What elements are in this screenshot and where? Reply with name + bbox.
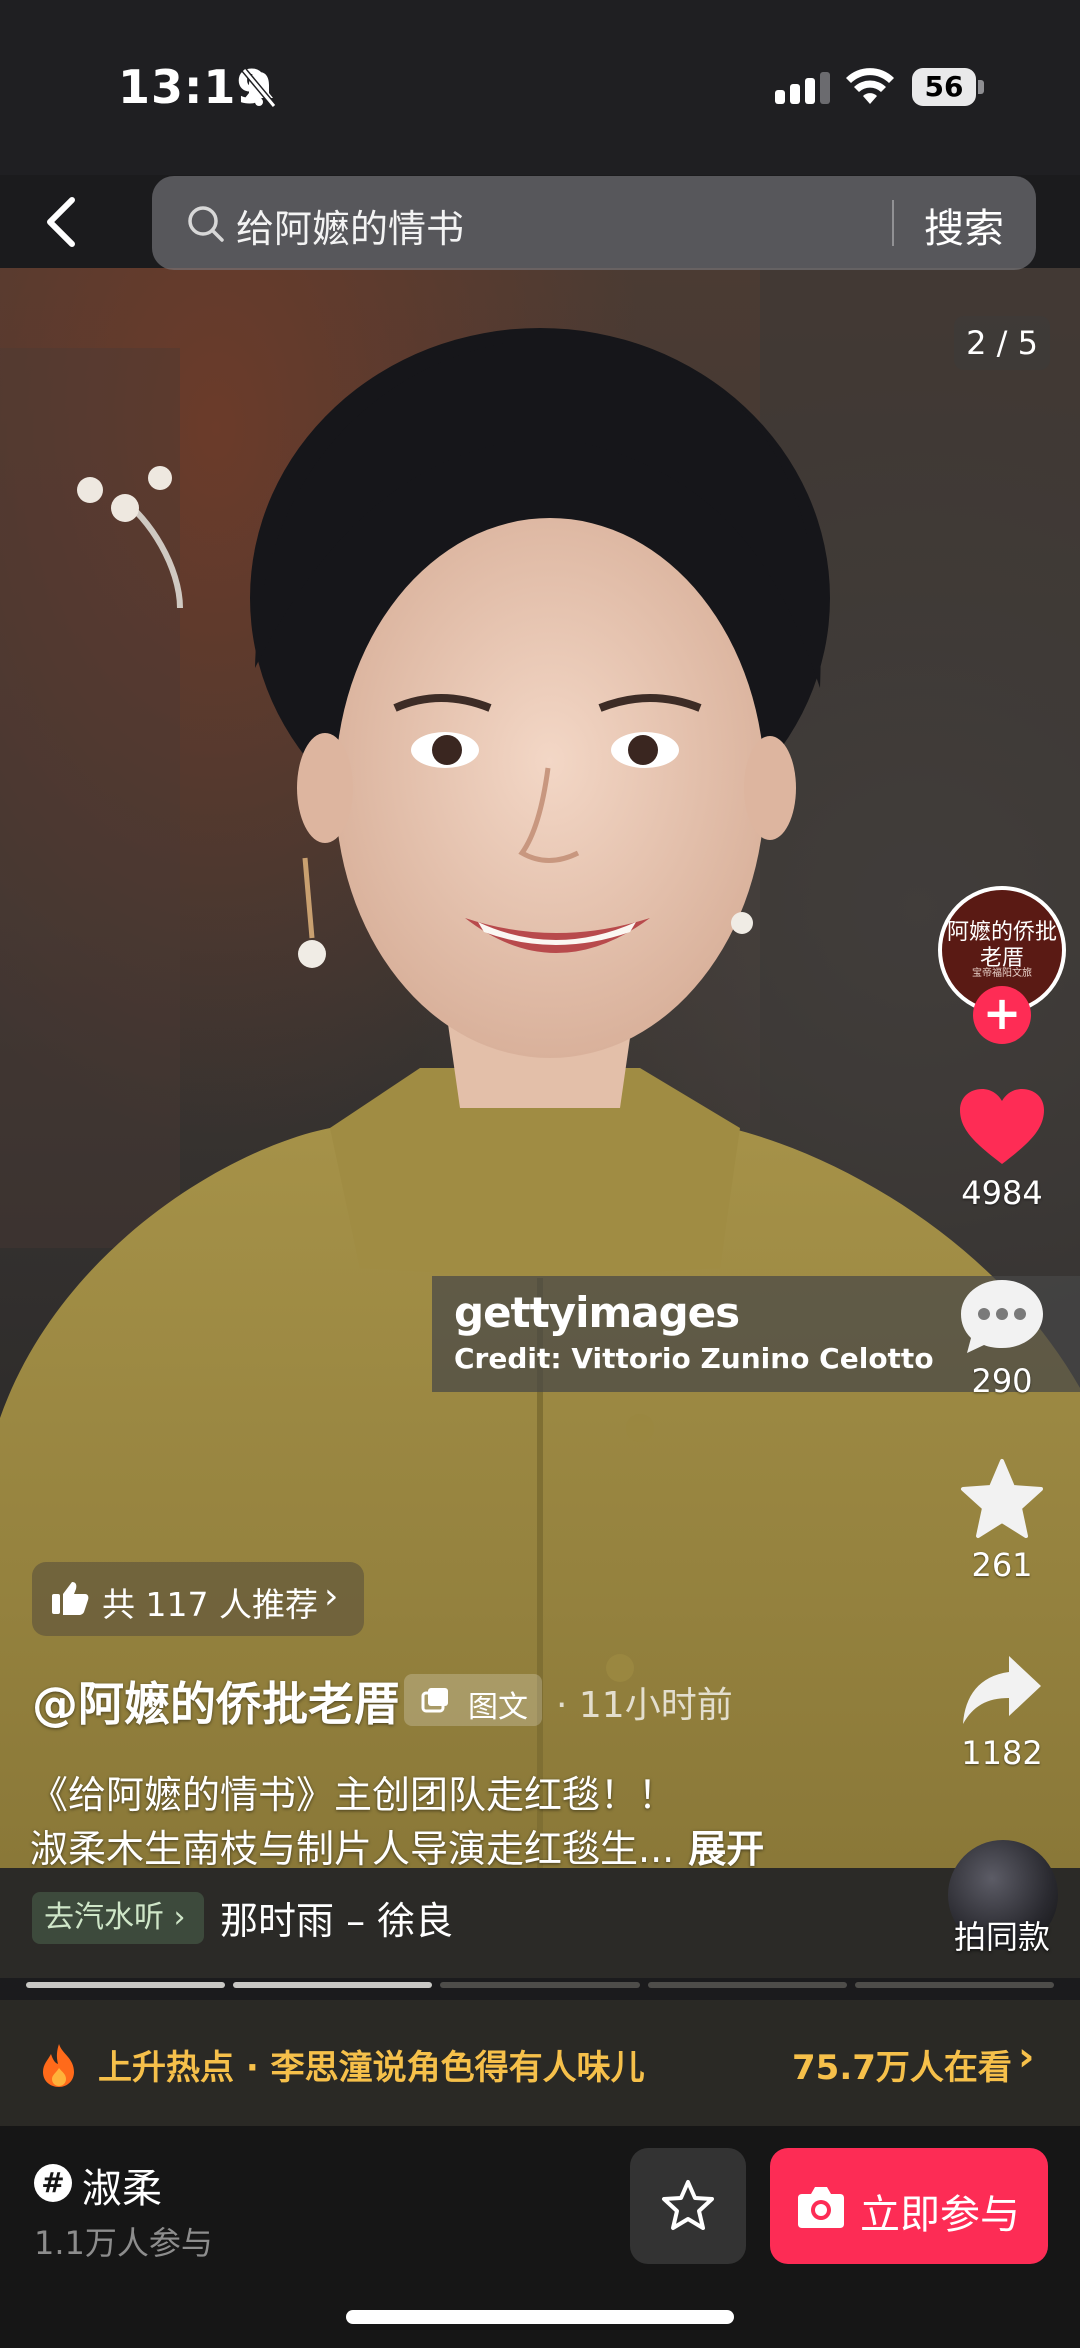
back-button[interactable] [38,192,88,252]
search-button[interactable]: 搜索 [924,196,1004,254]
recommend-text: 共 117 人推荐 [102,1585,318,1624]
search-input[interactable]: 给阿嬷的情书 [236,198,464,253]
join-button[interactable]: 立即参与 [770,2148,1048,2264]
share-count: 1182 [961,1734,1043,1772]
caption-line-1: 《给阿嬷的情书》主创团队走红毯！！ [30,1773,677,1817]
post-type-label: 图文 [468,1690,528,1725]
favorite-topic-button[interactable] [630,2148,746,2264]
wifi-icon [846,68,894,104]
like-button[interactable]: 4984 [944,1086,1060,1212]
battery-tip [978,80,984,94]
bell-muted-icon [241,68,277,108]
battery-level: 56 [912,68,976,106]
progress-segment [233,1982,433,1988]
progress-segment [440,1982,640,1988]
avatar-logo-subtext: 宝帝福阳文旅 [972,968,1032,979]
share-button[interactable]: 1182 [944,1652,1060,1772]
follow-button[interactable]: + [973,986,1031,1044]
hot-topic-viewers: 75.7万人在看 [792,2048,1012,2088]
music-title[interactable]: 那时雨 – 徐良 [220,1890,453,1945]
topic-bottom-bar: # 淑柔 1.1万人参与 立即参与 [0,2126,1080,2348]
open-in-music-app-button[interactable]: 去汽水听 › [32,1892,204,1944]
battery-indicator: 56 [912,68,984,106]
status-bar: 13:19 56 [0,0,1080,175]
join-label: 立即参与 [860,2192,1020,2238]
watermark-credit: Credit: Vittorio Zunino Celotto [454,1342,934,1375]
gallery-icon [421,1688,448,1713]
heart-icon [960,1089,1044,1164]
photo-progress [26,1982,1055,1990]
music-bar[interactable]: 去汽水听 › 那时雨 – 徐良 [0,1868,1080,1978]
topic-name[interactable]: 淑柔 [82,2156,162,2214]
progress-segment [26,1982,226,1988]
same-style-button[interactable]: 拍同款 [946,1840,1062,1956]
favorite-button[interactable]: 261 [944,1458,1060,1584]
expand-link[interactable]: 展开 [688,1827,764,1871]
flame-icon [43,2044,74,2087]
page-counter: 2 / 5 [954,316,1050,370]
comment-count: 290 [971,1362,1033,1400]
favorite-count: 261 [971,1546,1033,1584]
hot-topic-bar[interactable]: 上升热点 · 李思潼说角色得有人味儿 75.7万人在看 › [0,2000,1080,2126]
post-time: · 11小时前 [556,1685,733,1726]
progress-segment [854,1982,1055,1988]
same-style-label: 拍同款 [954,1918,1051,1956]
topic-participants: 1.1万人参与 [34,2224,213,2262]
hashtag-icon: # [34,2164,72,2202]
home-indicator[interactable] [346,2310,734,2324]
watermark-logo: gettyimages [454,1288,740,1337]
search-divider [892,200,894,246]
hot-topic-text: 上升热点 · 李思潼说角色得有人味儿 [98,2048,645,2088]
share-icon [963,1656,1041,1724]
search-icon [188,206,224,242]
comment-icon [961,1280,1043,1353]
like-count: 4984 [961,1174,1043,1212]
post-type-tag: 图文 [404,1674,542,1726]
author-name[interactable]: @阿嬷的侨批老厝 [32,1668,400,1734]
chevron-right-icon: › [1018,2034,1035,2080]
progress-segment [647,1982,847,1988]
comment-button[interactable]: 290 [944,1276,1060,1400]
recommend-pill[interactable]: 共 117 人推荐 › [32,1562,364,1636]
star-outline-icon [662,2180,714,2230]
cellular-signal-icon [775,72,830,104]
caption-line-2: 淑柔木生南枝与制片人导演走红毯生... 展开 [30,1818,764,1873]
search-bar[interactable]: 给阿嬷的情书 搜索 [152,176,1036,270]
star-icon [961,1459,1043,1538]
chevron-right-icon: › [324,1576,339,1617]
thumbs-up-icon [52,1582,89,1615]
caption-text: 淑柔木生南枝与制片人导演走红毯生... [30,1827,675,1871]
camera-icon [798,2187,844,2228]
